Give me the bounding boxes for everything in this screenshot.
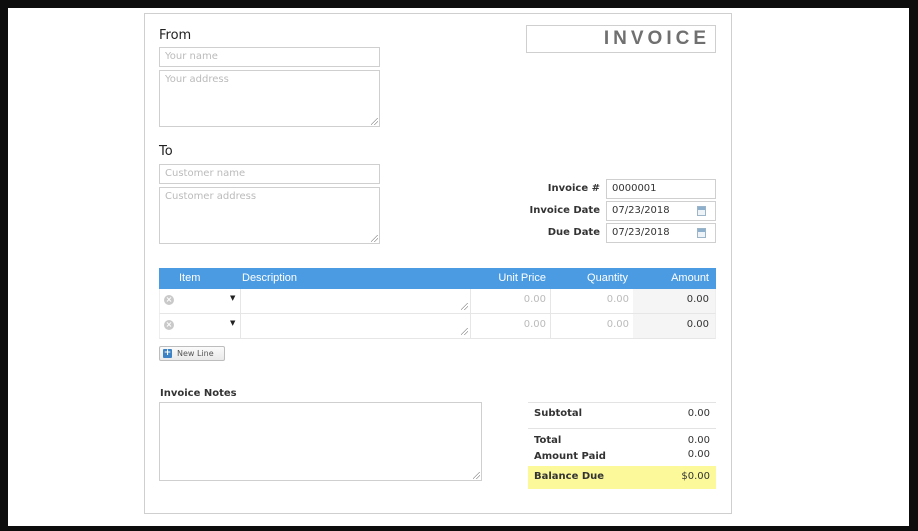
line-items-table: Item Description Unit Price Quantity Amo… xyxy=(159,268,716,339)
due-date-input[interactable]: 07/23/2018 xyxy=(606,223,716,243)
remove-row-icon[interactable]: × xyxy=(164,295,174,305)
due-date-label: Due Date xyxy=(547,227,600,238)
amount-paid-label: Amount Paid xyxy=(534,451,606,462)
table-header: Item Description Unit Price Quantity Amo… xyxy=(159,268,716,289)
quantity-input[interactable]: 0.00 xyxy=(551,314,633,338)
due-date-value: 07/23/2018 xyxy=(612,227,670,238)
new-line-button[interactable]: + New Line xyxy=(159,346,225,361)
table-row: × ▼ 0.00 0.00 0.00 xyxy=(159,289,716,314)
plus-icon: + xyxy=(163,348,172,358)
invoice-notes-input[interactable] xyxy=(159,402,482,481)
resize-grip-icon[interactable] xyxy=(371,235,378,242)
invoice-card: From Your name Your address To Customer … xyxy=(144,13,732,514)
invoice-date-label: Invoice Date xyxy=(529,205,600,216)
invoice-date-input[interactable]: 07/23/2018 xyxy=(606,201,716,221)
remove-row-icon[interactable]: × xyxy=(164,320,174,330)
from-name-input[interactable]: Your name xyxy=(159,47,380,67)
resize-grip-icon[interactable] xyxy=(473,472,480,479)
amount-value: 0.00 xyxy=(633,289,715,313)
quantity-input[interactable]: 0.00 xyxy=(551,289,633,313)
page: From Your name Your address To Customer … xyxy=(8,8,909,526)
item-select[interactable]: × ▼ xyxy=(160,289,240,313)
to-address-input[interactable]: Customer address xyxy=(159,187,380,244)
summary-divider xyxy=(528,428,716,429)
to-label: To xyxy=(159,144,173,159)
balance-due-label: Balance Due xyxy=(534,471,605,482)
balance-due-value: $0.00 xyxy=(681,471,710,482)
invoice-date-value: 07/23/2018 xyxy=(612,205,670,216)
resize-grip-icon[interactable] xyxy=(371,118,378,125)
from-address-placeholder: Your address xyxy=(165,74,229,85)
to-address-placeholder: Customer address xyxy=(165,191,257,202)
unit-price-input[interactable]: 0.00 xyxy=(471,314,551,338)
summary-divider xyxy=(528,402,716,403)
header-item: Item xyxy=(179,272,201,284)
table-row: × ▼ 0.00 0.00 0.00 xyxy=(159,314,716,339)
from-label: From xyxy=(159,28,192,43)
description-input[interactable] xyxy=(240,289,471,313)
to-name-input[interactable]: Customer name xyxy=(159,164,380,184)
resize-grip-icon[interactable] xyxy=(461,303,468,310)
invoice-number-label: Invoice # xyxy=(547,183,600,194)
amount-value: 0.00 xyxy=(633,314,715,338)
total-value: 0.00 xyxy=(687,435,710,446)
subtotal-value: 0.00 xyxy=(687,408,710,419)
header-unit-price: Unit Price xyxy=(498,272,546,284)
header-description: Description xyxy=(242,272,298,284)
header-amount: Amount xyxy=(671,272,709,284)
dropdown-arrow-icon[interactable]: ▼ xyxy=(230,294,235,302)
invoice-title[interactable]: INVOICE xyxy=(526,25,716,53)
balance-due-row: Balance Due $0.00 xyxy=(528,466,716,489)
description-input[interactable] xyxy=(240,314,471,338)
invoice-number-value: 0000001 xyxy=(612,183,657,194)
subtotal-label: Subtotal xyxy=(534,408,583,419)
calendar-icon[interactable] xyxy=(697,206,706,216)
resize-grip-icon[interactable] xyxy=(461,328,468,335)
unit-price-input[interactable]: 0.00 xyxy=(471,289,551,313)
amount-paid-value: 0.00 xyxy=(687,449,710,460)
header-quantity: Quantity xyxy=(587,272,628,284)
invoice-notes-label: Invoice Notes xyxy=(160,388,237,399)
calendar-icon[interactable] xyxy=(697,228,706,238)
new-line-label: New Line xyxy=(177,349,214,358)
item-select[interactable]: × ▼ xyxy=(160,314,240,338)
dropdown-arrow-icon[interactable]: ▼ xyxy=(230,319,235,327)
total-label: Total xyxy=(534,435,562,446)
invoice-number-input[interactable]: 0000001 xyxy=(606,179,716,199)
from-address-input[interactable]: Your address xyxy=(159,70,380,127)
